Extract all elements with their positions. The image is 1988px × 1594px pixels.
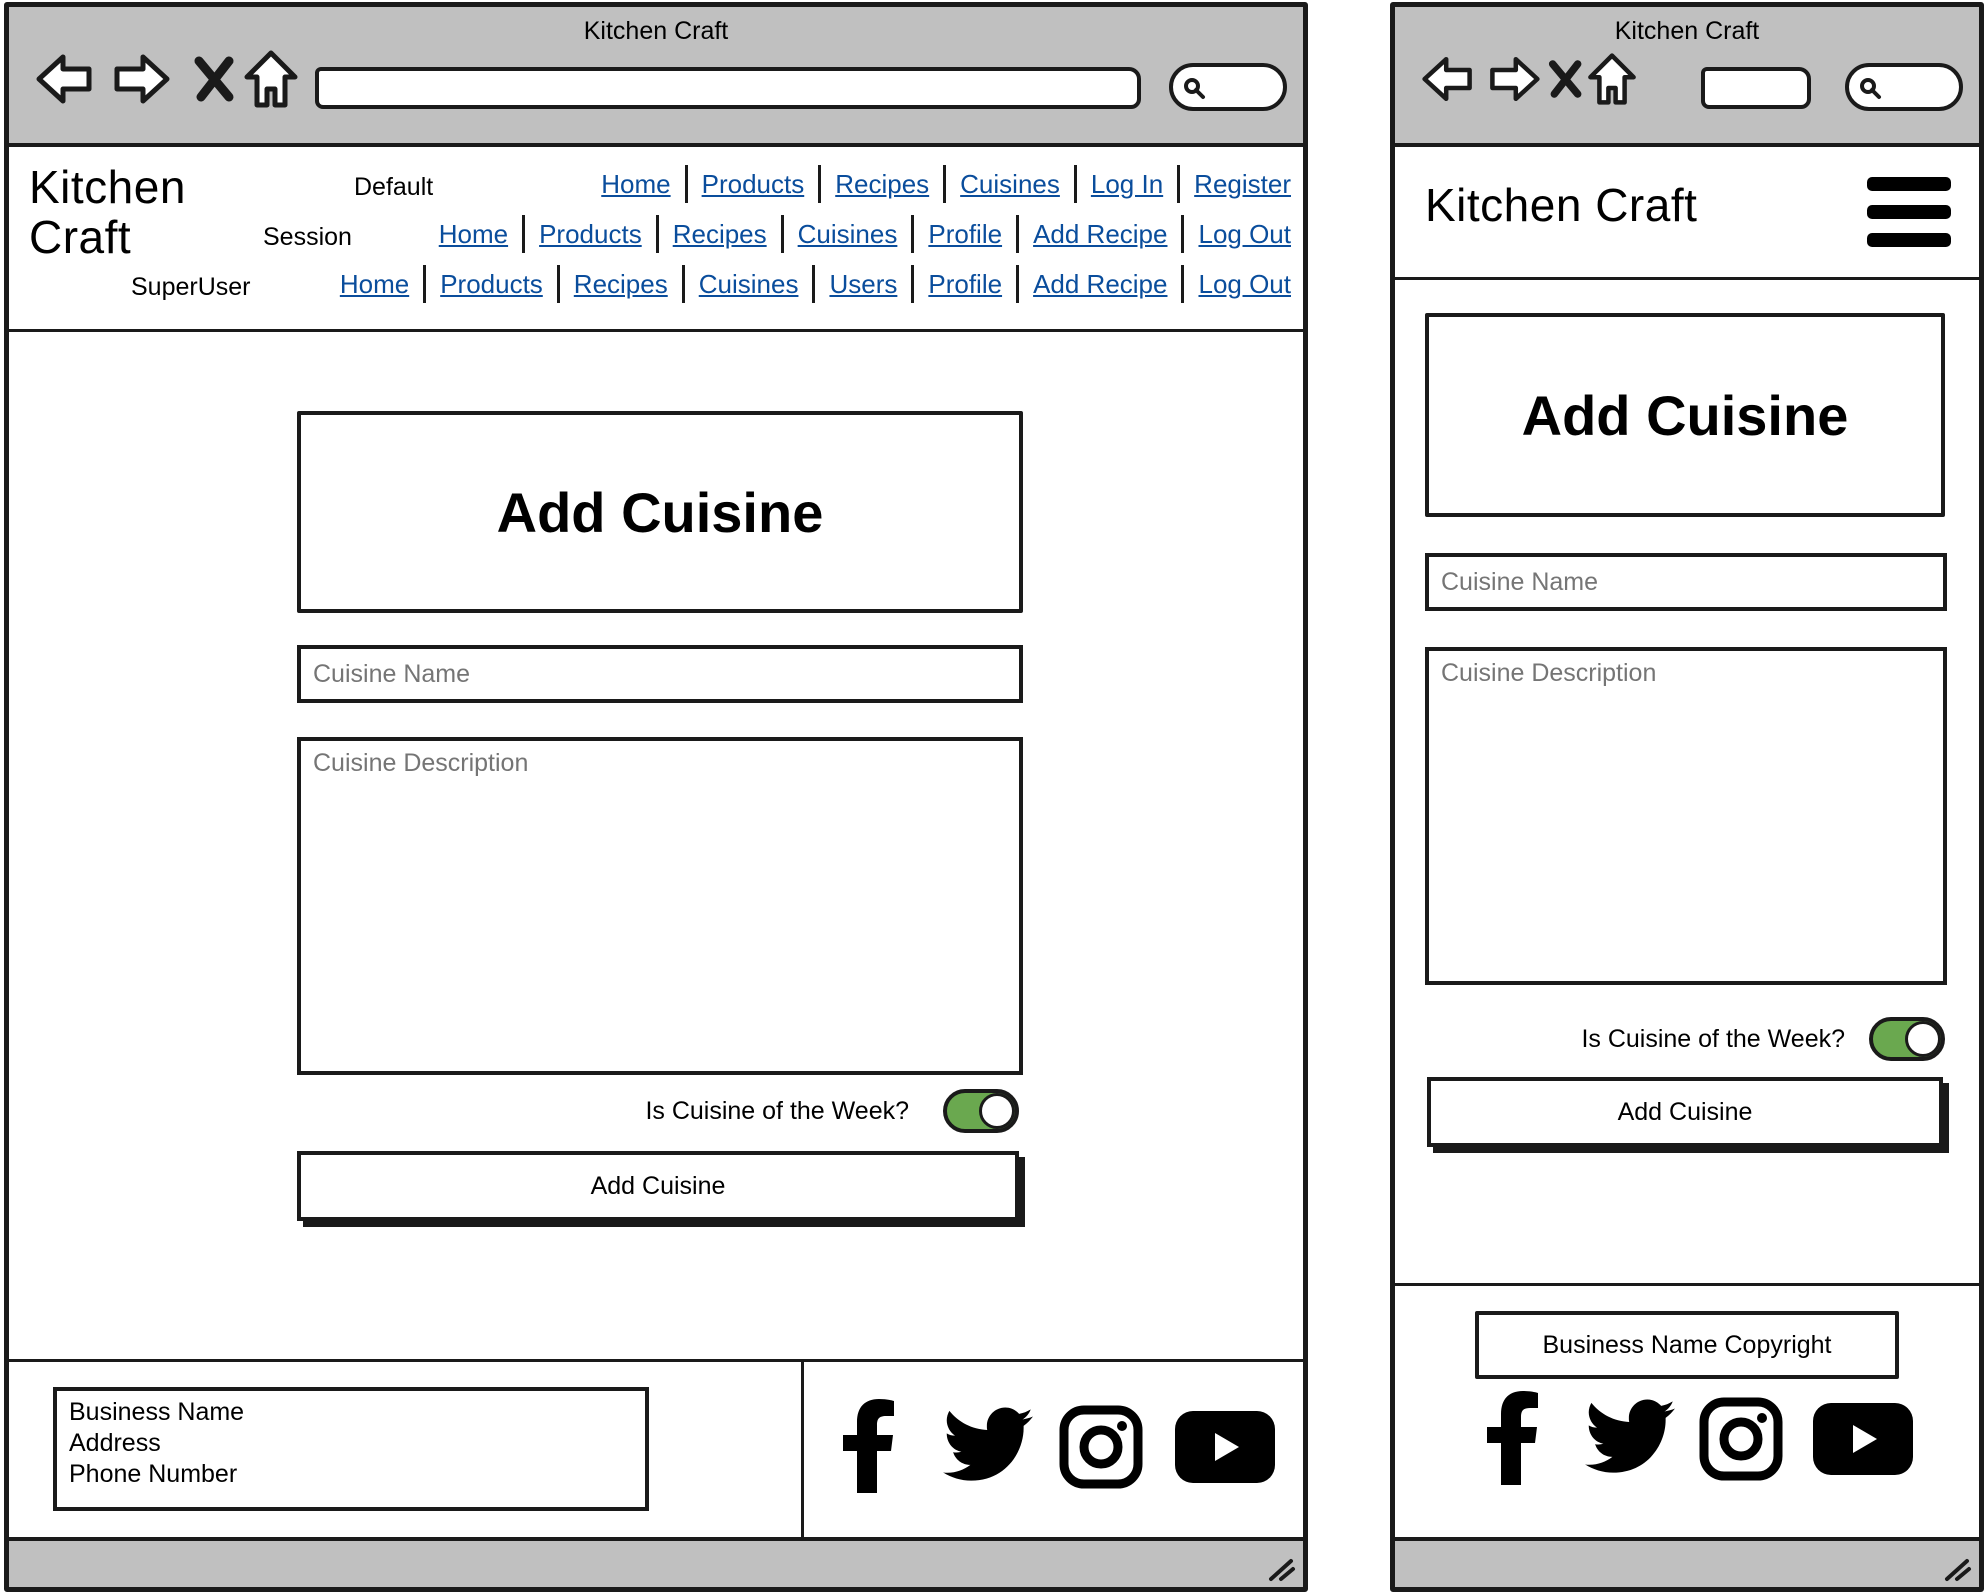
cuisine-of-week-label: Is Cuisine of the Week?	[645, 1097, 909, 1125]
browser-chrome: Kitchen Craft	[9, 7, 1303, 147]
facebook-icon[interactable]	[843, 1399, 897, 1493]
nav-default-register[interactable]: Register	[1180, 169, 1291, 200]
nav-default-recipes[interactable]: Recipes	[821, 169, 943, 200]
nav-superuser-profile[interactable]: Profile	[914, 269, 1016, 300]
cuisine-description-input[interactable]	[297, 737, 1023, 1075]
forward-arrow-icon[interactable]	[1487, 49, 1541, 109]
browser-chrome: Kitchen Craft	[1395, 7, 1979, 147]
site-logo[interactable]: Kitchen Craft	[29, 161, 186, 263]
header-divider	[9, 329, 1303, 332]
nav-default-home[interactable]: Home	[587, 169, 684, 200]
nav-superuser-home[interactable]: Home	[326, 269, 423, 300]
nav-superuser-products[interactable]: Products	[426, 269, 557, 300]
add-cuisine-button[interactable]: Add Cuisine	[1427, 1077, 1943, 1147]
page-heading-box: Add Cuisine	[1425, 313, 1945, 517]
nav-session-cuisines[interactable]: Cuisines	[784, 219, 912, 250]
nav-session-add-recipe[interactable]: Add Recipe	[1019, 219, 1181, 250]
cuisine-of-week-label: Is Cuisine of the Week?	[1581, 1025, 1845, 1053]
toggle-knob	[1905, 1021, 1941, 1057]
window-title: Kitchen Craft	[1614, 17, 1760, 45]
search-icon	[1860, 78, 1881, 99]
nav-superuser-users[interactable]: Users	[815, 269, 911, 300]
business-info-box: Business Name Address Phone Number	[53, 1387, 649, 1511]
nav-role-default: Default	[354, 173, 434, 201]
forward-arrow-icon[interactable]	[111, 49, 171, 109]
cuisine-name-input[interactable]	[297, 645, 1023, 703]
page-title: Add Cuisine	[496, 480, 824, 544]
copyright-box: Business Name Copyright	[1475, 1311, 1899, 1379]
youtube-icon[interactable]	[1813, 1403, 1913, 1475]
search-box[interactable]	[1169, 63, 1287, 111]
status-bar	[1395, 1537, 1979, 1587]
status-bar	[9, 1537, 1303, 1587]
address-bar[interactable]	[1701, 67, 1811, 109]
nav-superuser-logout[interactable]: Log Out	[1184, 269, 1291, 300]
resize-grip-icon[interactable]	[1939, 1549, 1973, 1583]
logo-line-2: Craft	[29, 210, 132, 263]
business-address: Address	[69, 1429, 161, 1457]
back-arrow-icon[interactable]	[1421, 49, 1475, 109]
page-title: Add Cuisine	[1521, 383, 1849, 447]
header-divider	[1395, 277, 1979, 280]
nav-session-products[interactable]: Products	[525, 219, 656, 250]
twitter-icon[interactable]	[943, 1407, 1033, 1483]
search-box[interactable]	[1845, 63, 1963, 111]
page-heading-box: Add Cuisine	[297, 411, 1023, 613]
footer-divider	[1395, 1283, 1979, 1286]
cuisine-of-week-toggle[interactable]	[1869, 1017, 1945, 1061]
youtube-icon[interactable]	[1175, 1411, 1275, 1483]
nav-session-logout[interactable]: Log Out	[1184, 219, 1291, 250]
back-arrow-icon[interactable]	[35, 49, 95, 109]
nav-session-recipes[interactable]: Recipes	[659, 219, 781, 250]
desktop-window: Kitchen Craft Kitchen Craft Default Home…	[4, 2, 1308, 1592]
nav-default-cuisines[interactable]: Cuisines	[946, 169, 1074, 200]
cuisine-description-input[interactable]	[1425, 647, 1947, 985]
nav-superuser-cuisines[interactable]: Cuisines	[685, 269, 813, 300]
nav-superuser-recipes[interactable]: Recipes	[560, 269, 682, 300]
nav-role-superuser: SuperUser	[131, 273, 251, 301]
mobile-window: Kitchen Craft Kitchen Craft Add Cuisine	[1390, 2, 1984, 1592]
footer-column-divider	[801, 1361, 804, 1547]
cuisine-of-week-toggle[interactable]	[943, 1089, 1019, 1133]
business-name: Business Name	[69, 1398, 245, 1426]
nav-superuser-add-recipe[interactable]: Add Recipe	[1019, 269, 1181, 300]
nav-default-products[interactable]: Products	[688, 169, 819, 200]
footer-divider	[9, 1359, 1303, 1362]
add-cuisine-button[interactable]: Add Cuisine	[297, 1151, 1019, 1221]
hamburger-menu-icon[interactable]	[1867, 177, 1951, 251]
instagram-icon[interactable]	[1699, 1397, 1783, 1481]
nav-session: Home Products Recipes Cuisines Profile A…	[425, 215, 1291, 253]
nav-role-session: Session	[263, 223, 352, 251]
nav-superuser: Home Products Recipes Cuisines Users Pro…	[326, 265, 1291, 303]
toggle-knob	[979, 1093, 1015, 1129]
logo-line-1: Kitchen	[29, 161, 186, 213]
close-icon[interactable]	[1541, 49, 1591, 109]
facebook-icon[interactable]	[1487, 1391, 1541, 1485]
site-logo[interactable]: Kitchen Craft	[1425, 180, 1697, 231]
nav-default-login[interactable]: Log In	[1077, 169, 1177, 200]
resize-grip-icon[interactable]	[1263, 1549, 1297, 1583]
address-bar[interactable]	[315, 67, 1141, 109]
close-icon[interactable]	[185, 49, 245, 109]
home-icon[interactable]	[241, 49, 301, 109]
nav-session-profile[interactable]: Profile	[914, 219, 1016, 250]
business-phone: Phone Number	[69, 1460, 238, 1488]
copyright-text: Business Name Copyright	[1542, 1330, 1832, 1359]
twitter-icon[interactable]	[1585, 1399, 1675, 1475]
search-icon	[1184, 78, 1205, 99]
window-title: Kitchen Craft	[583, 17, 729, 45]
nav-session-home[interactable]: Home	[425, 219, 522, 250]
cuisine-name-input[interactable]	[1425, 553, 1947, 611]
instagram-icon[interactable]	[1059, 1405, 1143, 1489]
nav-default: Home Products Recipes Cuisines Log In Re…	[587, 165, 1291, 203]
home-icon[interactable]	[1585, 49, 1639, 109]
